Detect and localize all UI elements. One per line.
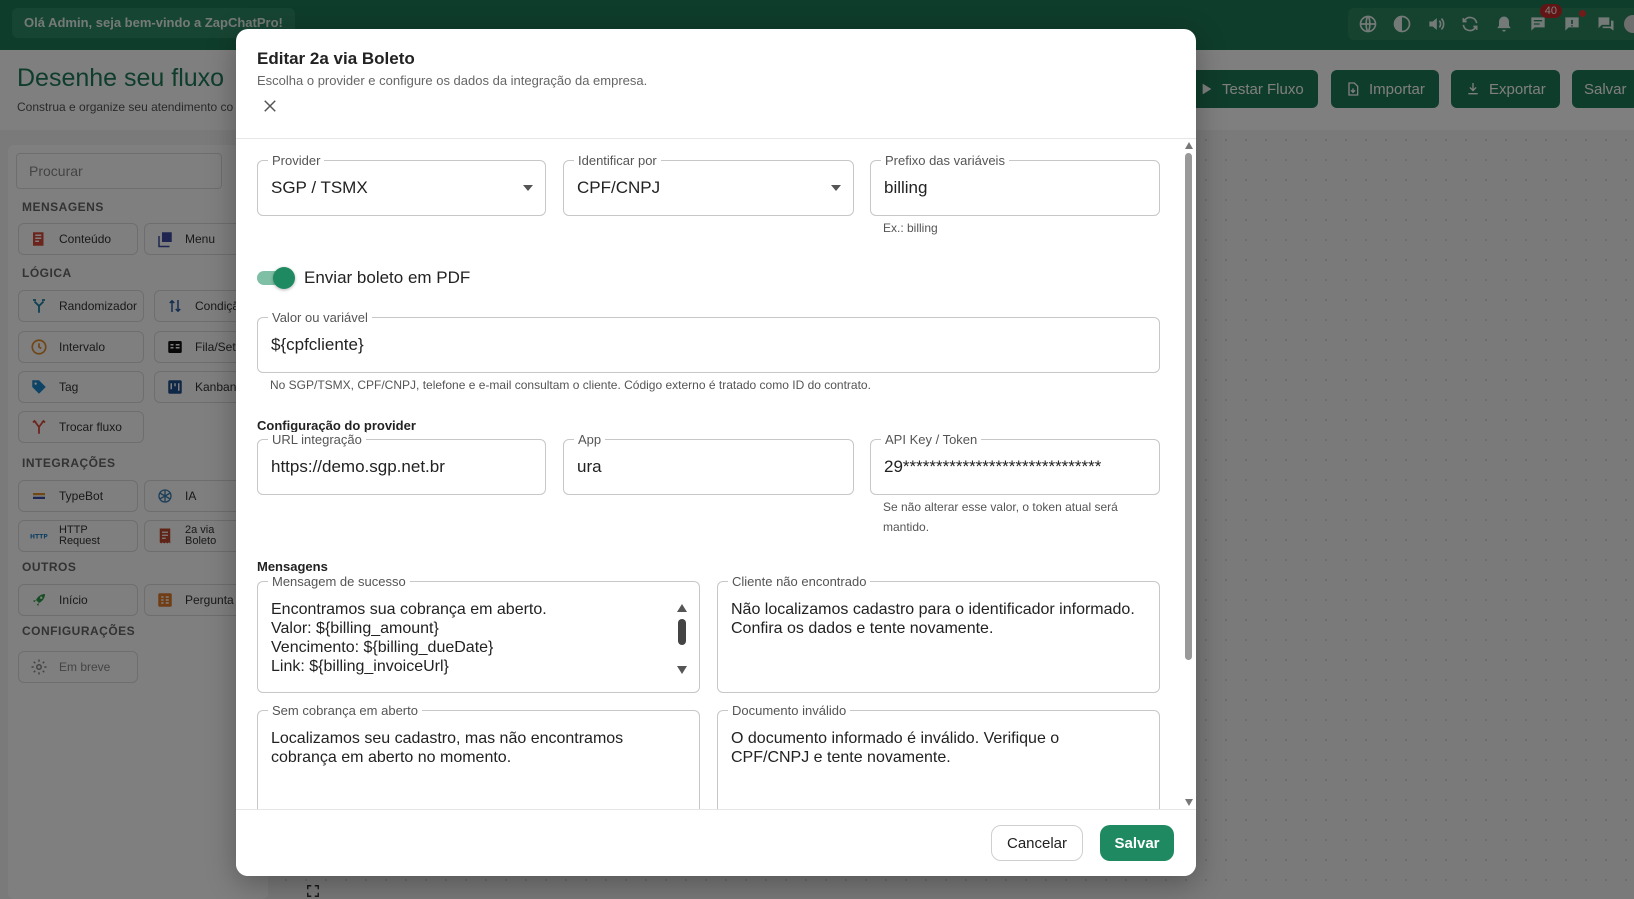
success-message-value: Encontramos sua cobrança em aberto. Valo… (271, 601, 547, 675)
textarea-scrollbar[interactable] (677, 598, 687, 682)
var-prefix-helper: Ex.: billing (883, 221, 938, 235)
provider-config-heading: Configuração do provider (257, 418, 416, 433)
modal-subtitle: Escolha o provider e configure os dados … (257, 73, 648, 88)
value-variable-helper: No SGP/TSMX, CPF/CNPJ, telefone e e-mail… (270, 378, 871, 392)
messages-heading: Mensagens (257, 559, 328, 574)
provider-value: SGP / TSMX (271, 178, 368, 197)
modal-footer-divider (236, 809, 1196, 810)
send-pdf-toggle[interactable] (257, 267, 295, 289)
not-found-value: Não localizamos cadastro para o identifi… (731, 601, 1135, 637)
api-token-input[interactable]: API Key / Token 29**********************… (870, 432, 1160, 495)
cancel-button[interactable]: Cancelar (991, 825, 1083, 861)
app-input[interactable]: App ura (563, 432, 854, 495)
scroll-up-arrow[interactable] (1185, 142, 1193, 149)
var-prefix-input[interactable]: Prefixo das variáveis billing (870, 153, 1160, 216)
api-token-value: 29****************************** (884, 457, 1102, 476)
api-token-helper: Se não alterar esse valor, o token atual… (883, 500, 1118, 534)
invalid-doc-value: O documento informado é inválido. Verifi… (731, 730, 1060, 766)
success-message-textarea[interactable]: Mensagem de sucesso Encontramos sua cobr… (257, 574, 700, 693)
modal-scrollbar[interactable] (1182, 139, 1196, 809)
save-button[interactable]: Salvar (1100, 825, 1174, 861)
not-found-textarea[interactable]: Cliente não encontrado Não localizamos c… (717, 574, 1160, 693)
value-variable-value: ${cpfcliente} (271, 335, 364, 354)
app-value: ura (577, 457, 602, 476)
provider-select[interactable]: Provider SGP / TSMX (257, 153, 546, 216)
invalid-doc-textarea[interactable]: Documento inválido O documento informado… (717, 703, 1160, 822)
scroll-thumb[interactable] (1185, 153, 1192, 660)
dropdown-arrow-icon (523, 185, 533, 191)
close-icon[interactable] (261, 97, 279, 115)
scroll-down-arrow[interactable] (1185, 799, 1193, 806)
var-prefix-value: billing (884, 178, 928, 197)
modal-title: Editar 2a via Boleto (257, 49, 415, 68)
identify-by-select[interactable]: Identificar por CPF/CNPJ (563, 153, 854, 216)
integration-url-input[interactable]: URL integração https://demo.sgp.net.br (257, 432, 546, 495)
identify-by-value: CPF/CNPJ (577, 178, 661, 197)
value-variable-input[interactable]: Valor ou variável ${cpfcliente} (257, 310, 1160, 373)
dropdown-arrow-icon (831, 185, 841, 191)
no-billing-textarea[interactable]: Sem cobrança em aberto Localizamos seu c… (257, 703, 700, 822)
integration-url-value: https://demo.sgp.net.br (271, 457, 445, 476)
edit-boleto-modal: Editar 2a via Boleto Escolha o provider … (236, 29, 1196, 876)
invalid-doc-label: Documento inválido (728, 703, 851, 718)
no-billing-label: Sem cobrança em aberto (268, 703, 422, 718)
modal-header-divider (236, 138, 1196, 139)
success-message-label: Mensagem de sucesso (268, 574, 410, 589)
no-billing-value: Localizamos seu cadastro, mas não encont… (271, 730, 624, 766)
send-pdf-label: Enviar boleto em PDF (304, 268, 471, 287)
not-found-label: Cliente não encontrado (728, 574, 871, 589)
